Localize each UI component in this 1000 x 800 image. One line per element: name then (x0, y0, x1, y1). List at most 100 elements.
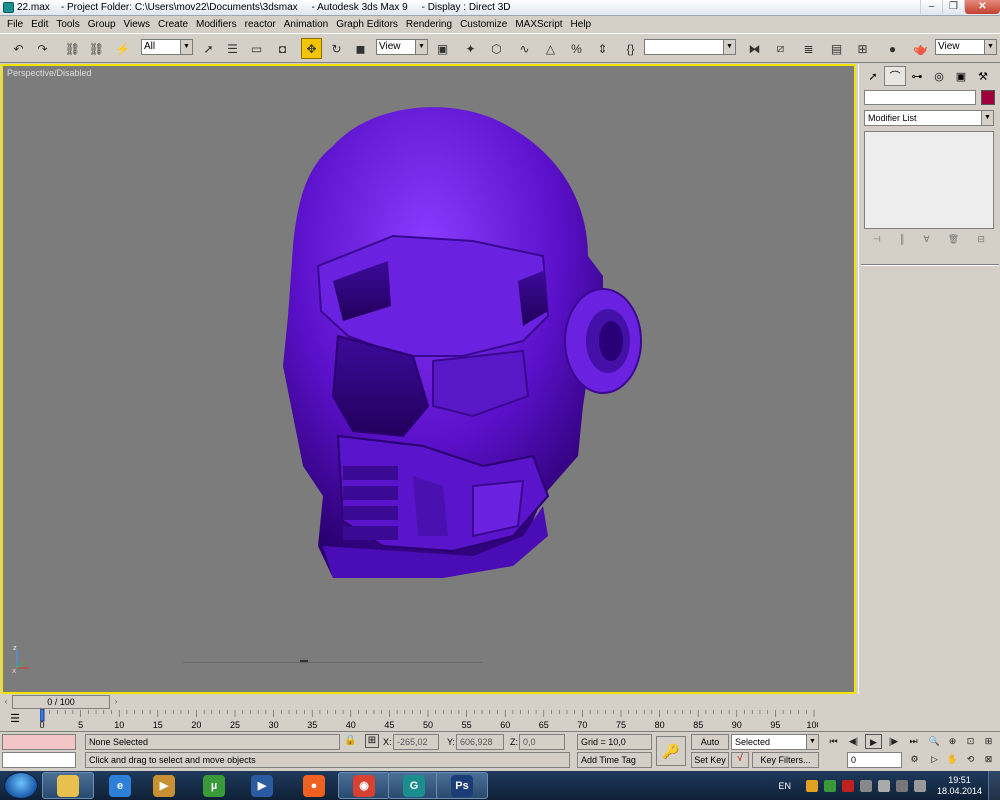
percent-snap-icon[interactable]: % (566, 38, 587, 59)
show-end-result-icon[interactable]: ║ (899, 234, 905, 250)
tray-volume-icon[interactable] (913, 779, 926, 792)
taskbar-photoshop-button[interactable]: Ps (436, 772, 488, 799)
add-time-tag-button[interactable]: Add Time Tag (577, 752, 652, 768)
redo-icon[interactable]: ↷ (32, 38, 53, 59)
create-tab-icon[interactable]: ➚ (862, 66, 884, 86)
prev-frame-icon[interactable]: ◀| (845, 734, 862, 749)
render-scene-icon[interactable]: 🫖 (910, 38, 931, 59)
next-frame-icon[interactable]: |▶ (885, 734, 902, 749)
track-bar[interactable]: ☰ 0 5 10 15 20 25 30 35 40 45 50 55 60 65 70 75 80 85 90 95… (0, 709, 857, 731)
bind-space-warp-icon[interactable]: ⚡ (112, 38, 133, 59)
show-desktop-button[interactable] (988, 771, 1000, 800)
named-selection-dropdown[interactable]: ▼ (644, 39, 736, 55)
maxscript-listener-mini[interactable] (2, 734, 76, 750)
z-coord-field[interactable]: 0,0 (519, 734, 565, 750)
curve-editor-icon[interactable]: ▤ (826, 38, 847, 59)
default-tangent-icon[interactable]: √ (731, 752, 749, 768)
mini-curve-editor-icon[interactable]: ☰ (6, 712, 24, 726)
zoom-icon[interactable]: 🔍 (926, 734, 943, 749)
time-slider-thumb[interactable]: 0 / 100 (12, 695, 110, 709)
key-filters-button[interactable]: Key Filters... (752, 752, 819, 768)
menu-group[interactable]: Group (84, 17, 120, 33)
zoom-all-icon[interactable]: ⊕ (944, 734, 961, 749)
snap-3d-icon[interactable]: ∿ (514, 38, 535, 59)
maxscript-input-mini[interactable] (2, 752, 76, 768)
clock[interactable]: 19:51 18.04.2014 (937, 775, 982, 797)
taskbar-media-button[interactable]: ▶ (138, 772, 190, 799)
pin-stack-icon[interactable]: ⊣ (873, 234, 881, 250)
material-editor-icon[interactable]: ● (882, 38, 903, 59)
tray-adobe-icon[interactable] (841, 779, 854, 792)
select-manipulate-icon[interactable]: ✦ (460, 38, 481, 59)
arc-rotate-icon[interactable]: ⟲ (962, 752, 979, 767)
zoom-extents-all-icon[interactable]: ⊞ (980, 734, 997, 749)
taskbar-3dsmax-button[interactable]: G (388, 772, 440, 799)
menu-customize[interactable]: Customize (456, 17, 511, 33)
taskbar-utorrent-button[interactable]: µ (188, 772, 240, 799)
select-rotate-icon[interactable]: ↻ (326, 38, 347, 59)
current-time-marker[interactable] (40, 709, 45, 722)
window-crossing-icon[interactable]: ◘ (272, 38, 293, 59)
current-frame-field[interactable]: 0 (847, 752, 902, 768)
time-config-icon[interactable]: ⚙ (906, 752, 923, 767)
fov-icon[interactable]: ▷ (926, 752, 943, 767)
menu-file[interactable]: File (3, 17, 27, 33)
render-type-dropdown[interactable]: View ▼ (935, 39, 997, 55)
minimize-button[interactable]: – (920, 0, 942, 14)
menu-tools[interactable]: Tools (52, 17, 83, 33)
edit-named-selection-icon[interactable]: {} (620, 38, 641, 59)
pan-icon[interactable]: ✋ (944, 752, 961, 767)
menu-graph-editors[interactable]: Graph Editors (332, 17, 402, 33)
menu-help[interactable]: Help (567, 17, 596, 33)
time-next-icon[interactable]: › (110, 696, 122, 708)
menu-maxscript[interactable]: MAXScript (511, 17, 566, 33)
object-name-field[interactable] (864, 90, 976, 105)
modifier-stack[interactable] (864, 131, 994, 229)
select-scale-icon[interactable]: ◼ (350, 38, 371, 59)
set-keys-icon[interactable]: 🔑 (656, 736, 686, 766)
select-link-icon[interactable]: ⛓ (62, 38, 83, 59)
menu-animation[interactable]: Animation (280, 17, 332, 33)
display-tab-icon[interactable]: ▣ (950, 66, 972, 86)
tray-skype-icon[interactable] (805, 779, 818, 792)
language-indicator[interactable]: EN (778, 781, 791, 791)
play-icon[interactable]: ▶ (865, 734, 882, 749)
x-coord-field[interactable]: -265,02 (393, 734, 439, 750)
app-icon[interactable] (3, 2, 14, 13)
time-prev-icon[interactable]: ‹ (0, 696, 12, 708)
mirror-icon[interactable]: ⧓ (744, 38, 765, 59)
taskbar-explorer-button[interactable] (42, 772, 94, 799)
tray-wifi-icon[interactable] (895, 779, 908, 792)
layer-manager-icon[interactable]: ≣ (798, 38, 819, 59)
maximize-viewport-icon[interactable]: ⊠ (980, 752, 997, 767)
zoom-extents-icon[interactable]: ⊡ (962, 734, 979, 749)
selection-filter-dropdown[interactable]: All ▼ (141, 39, 193, 55)
tray-utorrent-icon[interactable] (823, 779, 836, 792)
menu-edit[interactable]: Edit (27, 17, 52, 33)
time-slider[interactable]: ‹ 0 / 100 › (0, 695, 857, 709)
taskbar-origin-button[interactable]: ● (288, 772, 340, 799)
undo-icon[interactable]: ↶ (8, 38, 29, 59)
set-key-button[interactable]: Set Key (691, 752, 729, 768)
pivot-center-icon[interactable]: ▣ (432, 38, 453, 59)
taskbar-player-button[interactable]: ▶ (236, 772, 288, 799)
key-mode-dropdown[interactable]: Selected ▼ (731, 734, 819, 750)
helmet-model[interactable] (3, 66, 854, 692)
remove-modifier-icon[interactable]: 🗑 (948, 234, 959, 250)
rect-selection-icon[interactable]: ▭ (246, 38, 267, 59)
angle-snap-icon[interactable]: △ (540, 38, 561, 59)
motion-tab-icon[interactable]: ◎ (928, 66, 950, 86)
lock-icon[interactable]: 🔒 (344, 735, 356, 749)
select-object-icon[interactable]: ➚ (198, 38, 219, 59)
unlink-icon[interactable]: ⛓ (86, 38, 107, 59)
ref-coord-dropdown[interactable]: View ▼ (376, 39, 428, 55)
absolute-mode-icon[interactable]: ⊞ (365, 734, 379, 748)
hierarchy-tab-icon[interactable]: ⊶ (906, 66, 928, 86)
utilities-tab-icon[interactable]: ⚒ (972, 66, 994, 86)
select-move-icon[interactable]: ✥ (301, 38, 322, 59)
y-coord-field[interactable]: 606,928 (456, 734, 504, 750)
taskbar-chrome-button[interactable]: ◉ (338, 772, 390, 799)
tray-flag-icon[interactable] (877, 779, 890, 792)
auto-key-button[interactable]: Auto Key (691, 734, 729, 761)
goto-start-icon[interactable]: ⏮ (825, 734, 842, 749)
